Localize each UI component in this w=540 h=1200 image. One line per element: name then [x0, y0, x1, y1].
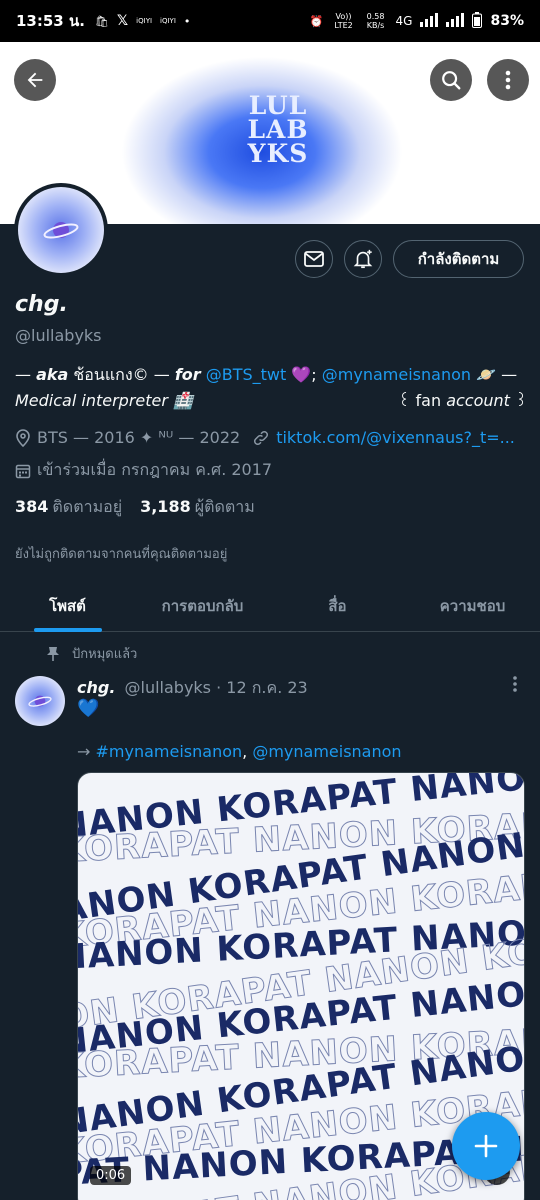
tab-posts[interactable]: โพสต์ — [0, 580, 135, 631]
video-duration: 0:06 — [90, 1166, 132, 1185]
post-header: chg. @lullabyks · 12 ก.ค. 23 — [77, 676, 308, 701]
message-button[interactable] — [295, 240, 333, 278]
iqiyi-icon-2: iQIYI — [160, 17, 176, 25]
tab-media[interactable]: สื่อ — [270, 580, 405, 631]
profile-website[interactable]: tiktok.com/@vixennaus?_t=... — [276, 428, 515, 447]
bio-mention-nanon[interactable]: @mynameisnanon — [322, 365, 471, 384]
back-arrow-icon — [27, 72, 43, 88]
follow-counts: 384 ติดตามอยู่ 3,188 ผู้ติดตาม — [15, 495, 255, 520]
planet-icon — [43, 222, 79, 239]
profile-handle: @lullabyks — [15, 326, 102, 345]
tab-likes[interactable]: ความชอบ — [405, 580, 540, 631]
search-button[interactable] — [430, 59, 472, 101]
post-more-button[interactable] — [506, 676, 524, 697]
bell-plus-icon — [353, 249, 373, 269]
following-count: 384 — [15, 497, 49, 516]
post-text-line1: 💙 — [77, 698, 100, 719]
profile-meta-row: BTS — 2016 ✦ ᴺᵁ — 2022 tiktok.com/@vixen… — [15, 428, 515, 447]
post-author-avatar[interactable] — [15, 676, 65, 726]
followers-label: ผู้ติดตาม — [194, 497, 255, 516]
bio-line2-a: Medical interpreter 🏥 — [15, 391, 193, 410]
following-label: ติดตามอยู่ — [52, 497, 123, 516]
bio-line-2: Medical interpreter 🏥 ꒰ fan account ꒱ — [15, 388, 528, 414]
post-arrow: → — [77, 742, 96, 761]
post-separator: , — [242, 742, 253, 761]
profile-tabs: โพสต์ การตอบกลับ สื่อ ความชอบ — [0, 580, 540, 632]
battery-percent: 83% — [490, 13, 524, 29]
bio-line1-end: 🪐 — — [471, 365, 518, 384]
compose-button[interactable] — [452, 1112, 520, 1180]
x-app-icon: 𝕏 — [116, 13, 129, 29]
profile-avatar[interactable] — [14, 183, 108, 277]
post-mention[interactable]: @mynameisnanon — [252, 742, 401, 761]
volte-indicator: Vo)) LTE2 — [334, 12, 353, 30]
plus-icon — [474, 1134, 498, 1158]
notification-icons: 🛍 𝕏 iQIYI iQIYI • — [95, 13, 190, 29]
post-author-name[interactable]: chg. — [77, 678, 115, 697]
bio-aka: aka — [36, 365, 69, 384]
status-bar: 13:53 น. 🛍 𝕏 iQIYI iQIYI • ⏰ Vo)) LTE2 0… — [0, 0, 540, 42]
dot-icon: • — [183, 14, 191, 28]
bio-for: for — [174, 365, 201, 384]
signal-icon-2 — [446, 12, 465, 30]
pin-icon — [47, 646, 59, 661]
profile-bio: — aka ช้อนแกง© — for @BTS_twt 💜; @myname… — [15, 362, 528, 414]
post-author-handle[interactable]: @lullabyks — [125, 678, 212, 697]
calendar-icon — [15, 464, 31, 478]
bio-mention-bts[interactable]: @BTS_twt — [206, 365, 287, 384]
more-options-button[interactable] — [487, 59, 529, 101]
search-icon — [442, 71, 461, 90]
alarm-icon: ⏰ — [309, 14, 324, 28]
not-followed-notice: ยังไม่ถูกติดตามจากคนที่คุณติดตามอยู่ — [15, 547, 228, 562]
status-right: ⏰ Vo)) LTE2 0.58 KB/s 4G 83% — [309, 11, 524, 31]
followers-count: 3,188 — [140, 497, 191, 516]
bio-aka-text: ช้อนแกง© — — [68, 365, 175, 384]
mail-icon — [304, 251, 324, 267]
network-type: 4G — [395, 14, 413, 28]
banner-logo: LUL LAB YKS — [247, 91, 309, 168]
more-vertical-icon — [505, 70, 511, 90]
bio-heart: 💜; — [286, 365, 322, 384]
followers-link[interactable]: 3,188 ผู้ติดตาม — [140, 495, 255, 520]
bio-line2-b: ꒰ fan — [397, 391, 447, 410]
battery-icon — [472, 11, 483, 31]
profile-joined: เข้าร่วมเมื่อ กรกฎาคม ค.ศ. 2017 — [37, 460, 273, 479]
link-icon — [254, 430, 269, 445]
signal-icon — [420, 12, 439, 30]
tab-replies[interactable]: การตอบกลับ — [135, 580, 270, 631]
post-hashtag[interactable]: #mynameisnanon — [96, 742, 243, 761]
shopping-icon: 🛍 — [94, 14, 109, 28]
status-time: 13:53 น. — [16, 12, 85, 30]
profile-name: chg. — [15, 292, 68, 317]
pinned-indicator: ปักหมุดแล้ว — [46, 643, 137, 664]
post-date: · 12 ก.ค. 23 — [216, 678, 308, 697]
more-vertical-icon — [513, 676, 517, 692]
bio-line2-c: account — [446, 391, 510, 410]
bio-prefix: — — [15, 365, 37, 384]
location-pin-icon — [16, 428, 30, 447]
profile-joined-row: เข้าร่วมเมื่อ กรกฎาคม ค.ศ. 2017 — [15, 458, 272, 483]
bio-line-1: — aka ช้อนแกง© — for @BTS_twt 💜; @myname… — [15, 362, 525, 388]
profile-location: BTS — 2016 ✦ ᴺᵁ — 2022 — [37, 428, 241, 447]
post-text-line2: → #mynameisnanon, @mynameisnanon — [77, 742, 402, 761]
following-button[interactable]: กำลังติดตาม — [393, 240, 524, 278]
planet-icon — [28, 695, 52, 707]
bio-line2-d: ꒱ — [509, 391, 528, 410]
pinned-label: ปักหมุดแล้ว — [72, 647, 138, 662]
avatar-image — [18, 187, 104, 273]
following-link[interactable]: 384 ติดตามอยู่ — [15, 495, 122, 520]
speed-indicator: 0.58 KB/s — [366, 12, 385, 30]
back-button[interactable] — [14, 59, 56, 101]
iqiyi-icon: iQIYI — [136, 17, 153, 25]
notifications-button[interactable] — [344, 240, 382, 278]
